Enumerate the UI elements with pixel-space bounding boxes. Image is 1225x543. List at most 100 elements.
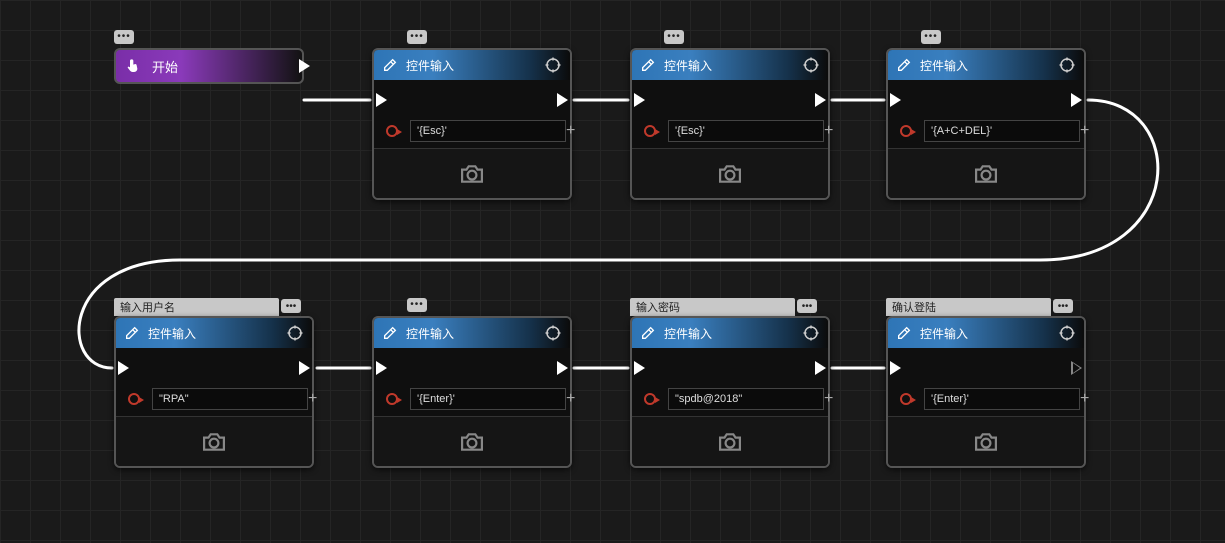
param-input[interactable] (410, 388, 566, 410)
node-title: 控件输入 (148, 325, 286, 342)
node-menu-dots[interactable]: ••• (797, 299, 817, 313)
camera-icon (716, 431, 744, 453)
exec-in-port[interactable] (890, 93, 901, 107)
screenshot-area[interactable] (374, 148, 570, 198)
target-icon[interactable] (544, 324, 562, 342)
node-header: 控件输入 (888, 50, 1084, 80)
add-param-button[interactable]: + (308, 390, 317, 408)
control-input-node[interactable]: 控件输入 + (886, 48, 1086, 200)
node-title: 控件输入 (406, 325, 544, 342)
param-input[interactable] (410, 120, 566, 142)
add-param-button[interactable]: + (824, 122, 833, 140)
control-input-node[interactable]: 控件输入 + (114, 316, 314, 468)
edit-icon (896, 325, 912, 341)
edit-icon (640, 325, 656, 341)
camera-icon (458, 163, 486, 185)
pointer-icon (126, 58, 142, 74)
data-in-port[interactable] (128, 393, 140, 405)
exec-out-port[interactable] (1071, 93, 1082, 107)
camera-icon (200, 431, 228, 453)
exec-in-port[interactable] (634, 361, 645, 375)
exec-in-port[interactable] (118, 361, 129, 375)
node-menu-dots[interactable]: ••• (114, 30, 134, 44)
edit-icon (896, 57, 912, 73)
start-label: 开始 (152, 57, 178, 76)
node-menu-dots[interactable]: ••• (921, 30, 941, 44)
target-icon[interactable] (802, 324, 820, 342)
param-input[interactable] (668, 120, 824, 142)
node-tag-label[interactable]: 输入密码 ••• (630, 298, 795, 316)
camera-icon (972, 431, 1000, 453)
exec-in-port[interactable] (634, 93, 645, 107)
screenshot-area[interactable] (632, 148, 828, 198)
data-in-port[interactable] (900, 393, 912, 405)
screenshot-area[interactable] (116, 416, 312, 466)
camera-icon (716, 163, 744, 185)
add-param-button[interactable]: + (1080, 390, 1089, 408)
exec-out-port[interactable] (815, 361, 826, 375)
node-menu-dots[interactable]: ••• (407, 298, 427, 312)
tag-text: 确认登陆 (892, 299, 936, 315)
node-tag-label[interactable]: 确认登陆 ••• (886, 298, 1051, 316)
screenshot-area[interactable] (888, 148, 1084, 198)
node-menu-dots[interactable]: ••• (407, 30, 427, 44)
node-title: 控件输入 (664, 57, 802, 74)
add-param-button[interactable]: + (824, 390, 833, 408)
edit-icon (124, 325, 140, 341)
exec-out-port[interactable] (299, 59, 310, 73)
control-input-node[interactable]: 控件输入 + (630, 316, 830, 468)
exec-out-port[interactable] (815, 93, 826, 107)
control-input-node[interactable]: 控件输入 + (372, 48, 572, 200)
exec-out-port[interactable] (1071, 361, 1082, 375)
target-icon[interactable] (802, 56, 820, 74)
control-input-node[interactable]: 控件输入 + (630, 48, 830, 200)
data-in-port[interactable] (386, 125, 398, 137)
camera-icon (458, 431, 486, 453)
screenshot-area[interactable] (374, 416, 570, 466)
exec-in-port[interactable] (376, 361, 387, 375)
node-menu-dots[interactable]: ••• (664, 30, 684, 44)
node-title: 控件输入 (920, 325, 1058, 342)
add-param-button[interactable]: + (566, 122, 575, 140)
node-header: 控件输入 (888, 318, 1084, 348)
exec-out-port[interactable] (299, 361, 310, 375)
screenshot-area[interactable] (888, 416, 1084, 466)
edit-icon (382, 57, 398, 73)
node-menu-dots[interactable]: ••• (281, 299, 301, 313)
start-node[interactable]: 开始 (114, 48, 304, 84)
exec-out-port[interactable] (557, 361, 568, 375)
exec-out-port[interactable] (557, 93, 568, 107)
node-tag-label[interactable]: 输入用户名 ••• (114, 298, 279, 316)
data-in-port[interactable] (900, 125, 912, 137)
add-param-button[interactable]: + (1080, 122, 1089, 140)
tag-text: 输入用户名 (120, 299, 175, 315)
target-icon[interactable] (544, 56, 562, 74)
param-input[interactable] (924, 120, 1080, 142)
camera-icon (972, 163, 1000, 185)
node-header: 控件输入 (374, 50, 570, 80)
screenshot-area[interactable] (632, 416, 828, 466)
exec-in-port[interactable] (890, 361, 901, 375)
control-input-node[interactable]: 控件输入 + (886, 316, 1086, 468)
node-header: 控件输入 (116, 318, 312, 348)
node-menu-dots[interactable]: ••• (1053, 299, 1073, 313)
param-input[interactable] (152, 388, 308, 410)
add-param-button[interactable]: + (566, 390, 575, 408)
node-title: 控件输入 (406, 57, 544, 74)
tag-text: 输入密码 (636, 299, 680, 315)
node-header: 控件输入 (374, 318, 570, 348)
edit-icon (640, 57, 656, 73)
param-input[interactable] (924, 388, 1080, 410)
exec-in-port[interactable] (376, 93, 387, 107)
node-header: 控件输入 (632, 318, 828, 348)
data-in-port[interactable] (644, 125, 656, 137)
node-header: 控件输入 (632, 50, 828, 80)
target-icon[interactable] (1058, 56, 1076, 74)
data-in-port[interactable] (386, 393, 398, 405)
param-input[interactable] (668, 388, 824, 410)
target-icon[interactable] (286, 324, 304, 342)
target-icon[interactable] (1058, 324, 1076, 342)
node-title: 控件输入 (920, 57, 1058, 74)
control-input-node[interactable]: 控件输入 + (372, 316, 572, 468)
data-in-port[interactable] (644, 393, 656, 405)
